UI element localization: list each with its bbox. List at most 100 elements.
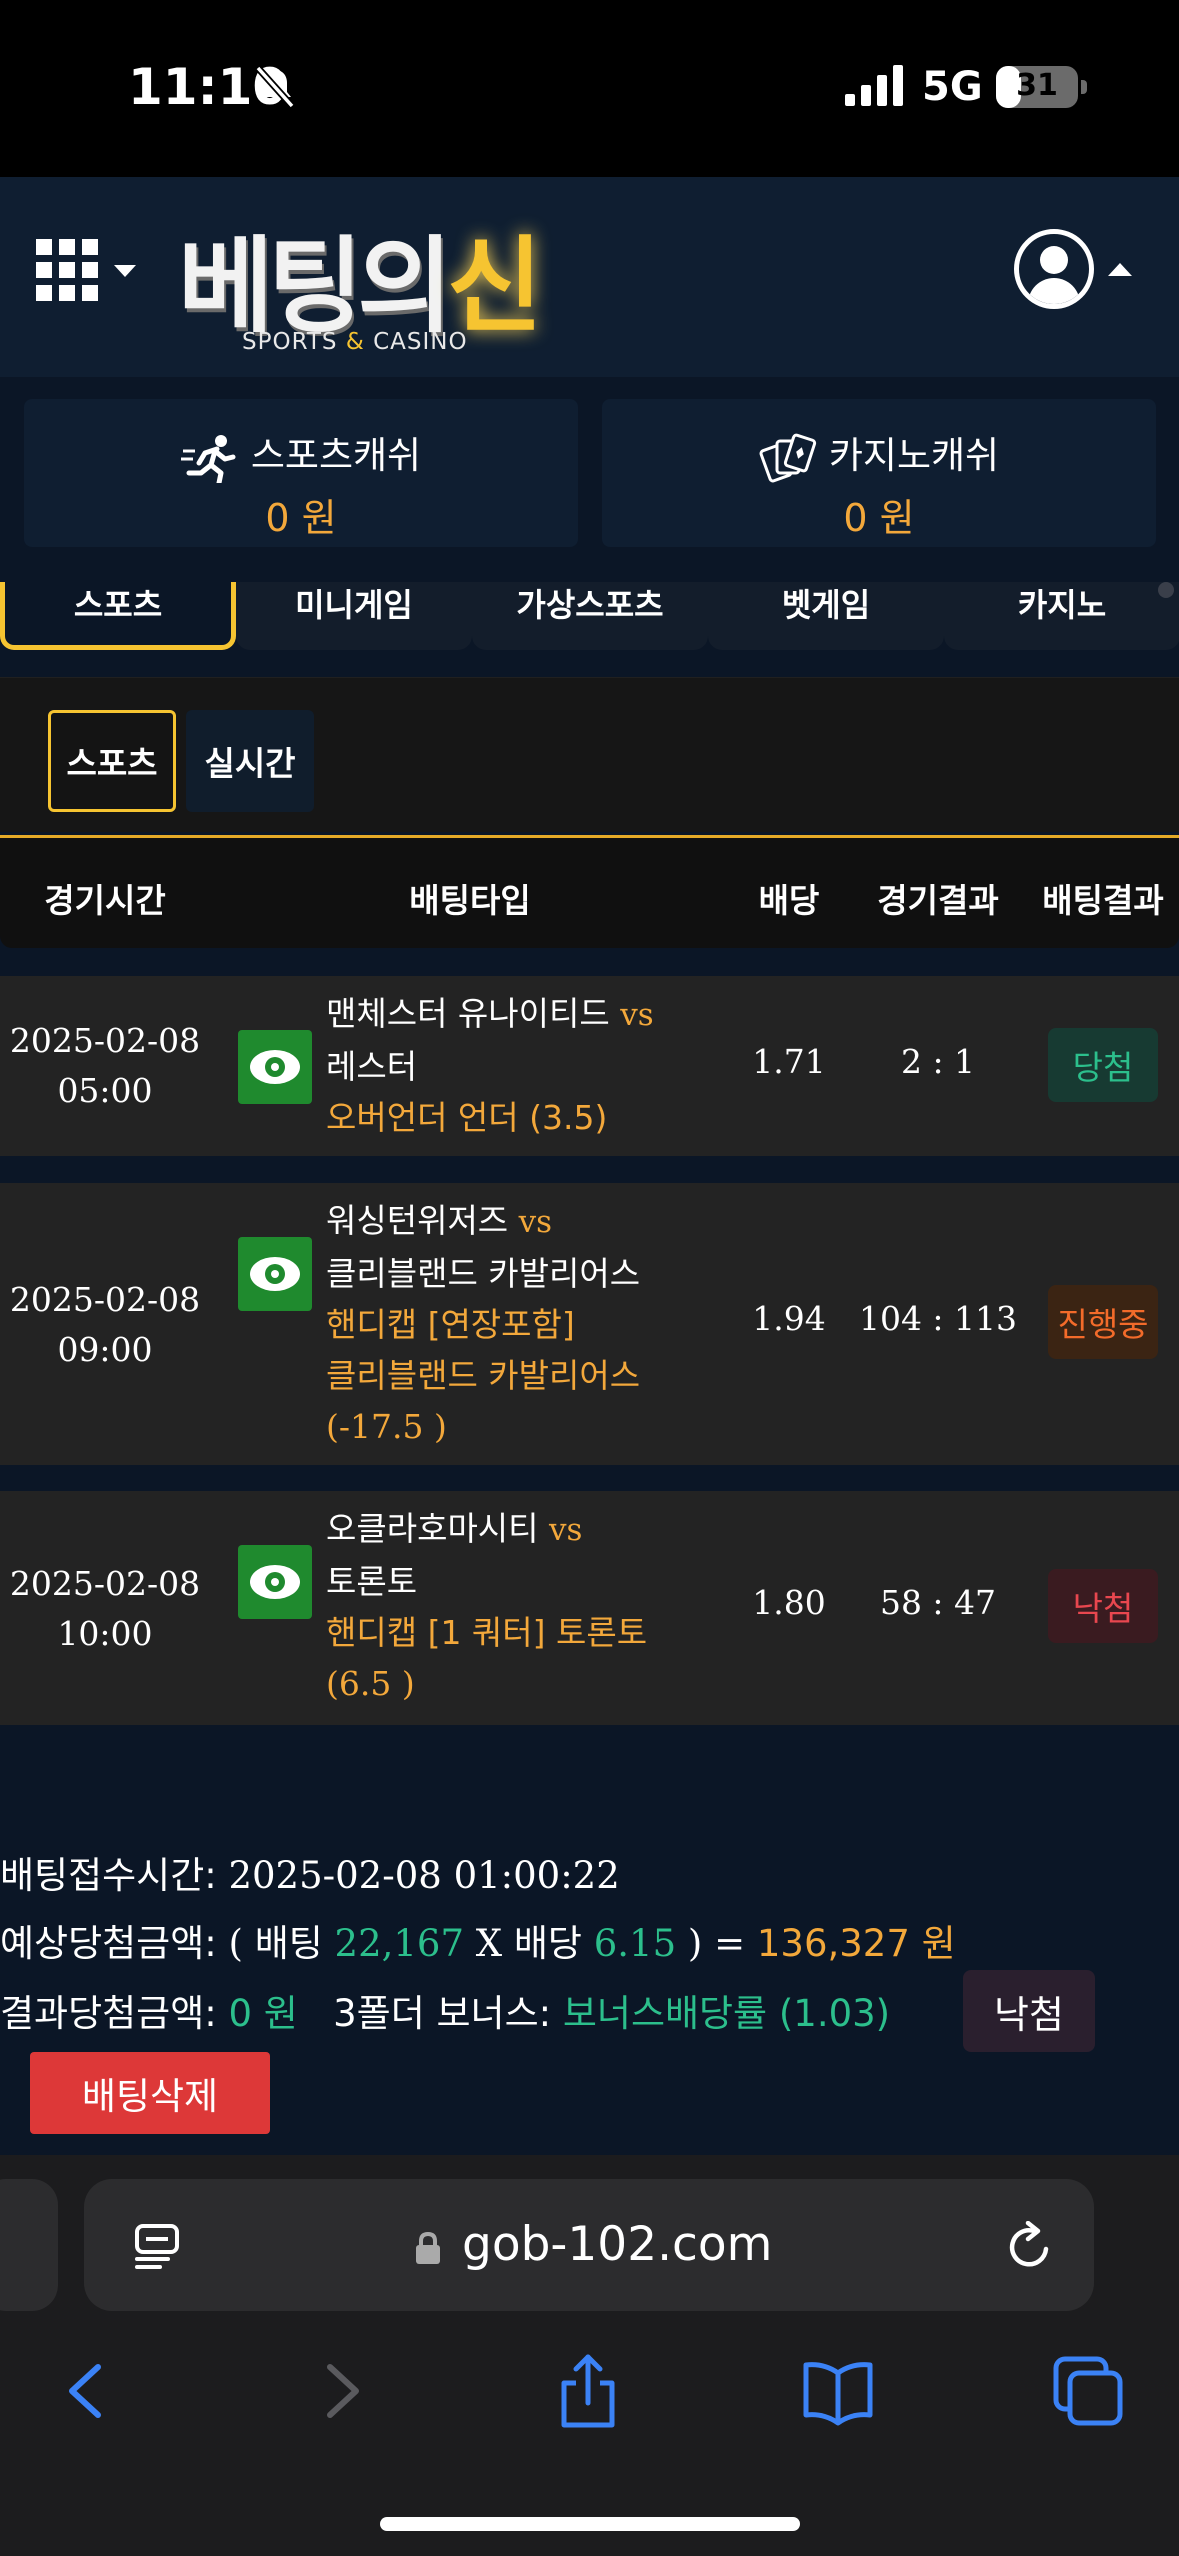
eye-icon[interactable] <box>238 1030 312 1104</box>
vs-label: vs <box>620 997 654 1033</box>
bet-time-value: 2025-02-08 01:00:22 <box>216 1854 620 1897</box>
lock-icon <box>416 2231 440 2264</box>
reader-icon[interactable] <box>134 2223 182 2269</box>
total-odds: 6.15 <box>593 1922 677 1965</box>
header-odds: 배당 <box>758 881 820 920</box>
header-match-time: 경기시간 <box>44 881 166 920</box>
bookmarks-icon[interactable] <box>800 2353 876 2429</box>
header-match-result: 경기결과 <box>877 881 999 920</box>
status-badge-text: 낙첨 <box>1072 1589 1134 1628</box>
row-date: 2025-02-08 <box>9 1280 201 1319</box>
vs-label: vs <box>549 1512 583 1548</box>
table-row: 2025-02-08 05:00 맨체스터 유나이티드 vs 레스터 오버언더 … <box>0 976 1179 1156</box>
expected-win-line: 예상당첨금액: ( 배팅 22,167 X 배당 6.15 ) = 136,32… <box>0 1913 956 1967</box>
back-icon[interactable] <box>50 2353 126 2429</box>
previous-tab-preview[interactable] <box>0 2179 58 2311</box>
sports-cash-card: 스포츠캐쉬 0 원 <box>24 399 578 547</box>
row-date: 2025-02-08 <box>9 1021 201 1060</box>
tabs-icon[interactable] <box>1050 2353 1126 2429</box>
network-type: 5G <box>922 64 983 110</box>
row-odds: 1.71 <box>752 1042 826 1081</box>
grid-menu-icon[interactable] <box>36 239 98 301</box>
sports-cash-title: 스포츠캐쉬 <box>24 425 578 483</box>
status-badge-text: 당첨 <box>1072 1048 1134 1087</box>
bet-detail-team: 클리블랜드 카발리어스 <box>326 1356 641 1395</box>
logo-sub-sports: SPORTS <box>242 329 346 355</box>
bet-detail-line: (-17.5 ) <box>326 1407 447 1446</box>
app-header: 베팅의신 SPORTS & CASINO <box>0 177 1179 377</box>
home-indicator <box>380 2517 800 2531</box>
header-bet-type: 배팅타입 <box>409 881 531 920</box>
casino-cash-card: 카지노캐쉬 0 원 <box>602 399 1156 547</box>
team-home: 워싱턴위저즈 <box>326 1201 509 1240</box>
result-win-line: 결과당첨금액: 0 원 3폴더 보너스: 보너스배당률 (1.03) <box>0 1983 890 2037</box>
casino-cash-title: 카지노캐쉬 <box>602 425 1156 483</box>
delete-bet-button[interactable]: 배팅삭제 <box>30 2052 270 2134</box>
row-score: 2 : 1 <box>900 1042 976 1081</box>
chevron-up-icon[interactable] <box>1108 263 1132 276</box>
signal-icon <box>845 65 903 106</box>
forward-icon[interactable] <box>302 2353 378 2429</box>
scroll-indicator <box>1158 582 1174 598</box>
battery-percent: 31 <box>1016 68 1058 103</box>
game-menu-tabs: 스포츠 미니게임 가상스포츠 벳게임 카지노 <box>0 582 1179 652</box>
row-time: 10:00 <box>57 1614 153 1653</box>
eye-icon[interactable] <box>238 1545 312 1619</box>
bell-slash-icon <box>255 65 295 109</box>
tab-bet-game[interactable]: 벳게임 <box>708 582 944 650</box>
team-home: 맨체스터 유나이티드 <box>326 994 610 1033</box>
bonus-value: 보너스배당률 (1.03) <box>562 1992 891 2035</box>
table-header: 경기시간 배팅타입 배당 경기결과 배팅결과 <box>0 838 1179 948</box>
table-row: 2025-02-08 09:00 워싱턴위저즈 vs 클리블랜드 카발리어스 핸… <box>0 1183 1179 1465</box>
status-badge: 당첨 <box>1048 1028 1158 1102</box>
chevron-down-icon[interactable] <box>114 265 136 277</box>
paren-open: ( <box>216 1922 255 1965</box>
header-bet-result: 배팅결과 <box>1042 881 1164 920</box>
address-bar[interactable]: gob-102.com <box>84 2179 1094 2311</box>
tab-sports[interactable]: 스포츠 <box>0 582 236 650</box>
row-score: 104 : 113 <box>858 1299 1018 1338</box>
paren-close: ) = <box>676 1922 757 1965</box>
url-text[interactable]: gob-102.com <box>462 2217 772 2272</box>
status-badge-text: 진행중 <box>1057 1305 1149 1344</box>
casino-cash-label: 카지노캐쉬 <box>828 434 1000 477</box>
sports-cash-label: 스포츠캐쉬 <box>250 434 422 477</box>
running-icon <box>180 434 236 483</box>
team-away: 클리블랜드 카발리어스 <box>326 1254 641 1293</box>
battery-icon: 31 <box>996 66 1078 108</box>
status-badge: 낙첨 <box>1048 1569 1158 1643</box>
row-match-info: 오클라호마시티 vs 토론토 핸디캡 [1 쿼터] 토론토 (6.5 ) <box>326 1503 746 1709</box>
eye-icon[interactable] <box>238 1237 312 1311</box>
bet-time-line: 배팅접수시간: 2025-02-08 01:00:22 <box>0 1845 620 1899</box>
team-away: 토론토 <box>326 1562 418 1601</box>
row-match-info: 맨체스터 유나이티드 vs 레스터 오버언더 언더 (3.5) <box>326 988 746 1143</box>
subtab-live[interactable]: 실시간 <box>186 710 314 812</box>
tab-casino[interactable]: 카지노 <box>944 582 1179 650</box>
row-odds: 1.94 <box>752 1299 826 1338</box>
logo-sub-amp: & <box>345 329 365 355</box>
sports-cash-value: 0 원 <box>265 496 337 540</box>
row-datetime: 2025-02-08 10:00 <box>0 1559 210 1659</box>
share-icon[interactable] <box>550 2353 626 2429</box>
cards-icon <box>759 433 817 482</box>
bet-status-button[interactable]: 낙첨 <box>963 1970 1095 2052</box>
casino-cash-value: 0 원 <box>843 496 915 540</box>
times-sign: X <box>464 1922 514 1965</box>
user-avatar-icon[interactable] <box>1014 229 1094 309</box>
status-badge: 진행중 <box>1048 1285 1158 1359</box>
row-time: 05:00 <box>57 1071 153 1110</box>
bet-detail-line: (6.5 ) <box>326 1664 415 1703</box>
result-amount: 0 원 <box>228 1992 298 2035</box>
battery-tip <box>1081 80 1087 94</box>
bonus-label: 3폴더 보너스: <box>333 1992 552 2035</box>
odds-word: 배당 <box>513 1922 582 1965</box>
tab-virtual-sports[interactable]: 가상스포츠 <box>472 582 708 650</box>
tab-minigame[interactable]: 미니게임 <box>236 582 472 650</box>
result-label: 결과당첨금액: <box>0 1992 217 2035</box>
row-datetime: 2025-02-08 09:00 <box>0 1275 210 1375</box>
reload-icon[interactable] <box>1004 2221 1056 2273</box>
logo-sub-casino: CASINO <box>364 329 468 355</box>
expected-label: 예상당첨금액: <box>0 1922 217 1965</box>
subtab-sports[interactable]: 스포츠 <box>48 710 176 812</box>
row-date: 2025-02-08 <box>9 1564 201 1603</box>
